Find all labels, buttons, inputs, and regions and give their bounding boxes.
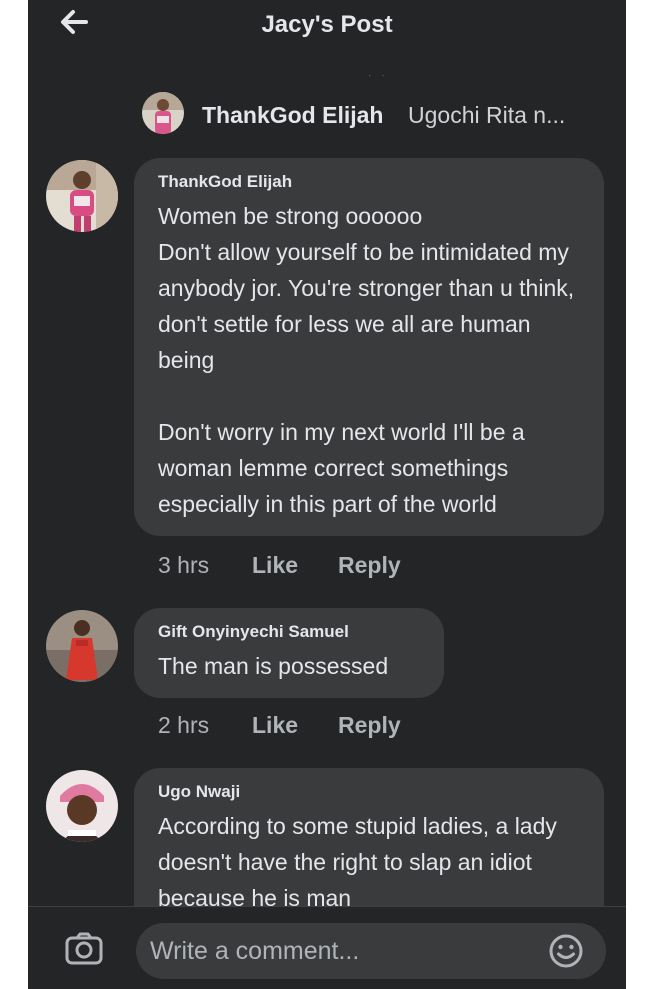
avatar[interactable] [46,610,118,682]
emoji-icon[interactable] [548,933,584,969]
comment-text: According to some stupid ladies, a lady … [158,813,557,911]
comment-author[interactable]: Ugo Nwaji [158,782,580,802]
like-button[interactable]: Like [252,712,298,739]
avatar[interactable] [46,770,118,842]
comment-bubble: ThankGod Elijah Women be strong oooooo D… [134,158,604,536]
avatar [142,92,184,134]
post-comments-screen: Jacy's Post ·· ThankGod Elijah Ugochi Ri… [28,0,626,989]
comment-input-box[interactable] [136,923,606,979]
comment-time: 2 hrs [158,712,210,738]
page-title: Jacy's Post [261,11,393,38]
avatar[interactable] [46,160,118,232]
top-bar: Jacy's Post [28,0,626,52]
comment-input[interactable] [150,923,530,979]
comment-text: The man is possessed [158,653,389,679]
comment-text: Women be strong oooooo Don't allow yours… [158,203,575,517]
loading-dots: ·· [368,70,395,81]
reply-button[interactable]: Reply [338,552,401,579]
reply-context-preview: Ugochi Rita n... [408,102,566,128]
comment-author[interactable]: ThankGod Elijah [158,172,580,192]
reply-context-name: ThankGod Elijah [202,102,384,128]
comment-bubble: Gift Onyinyechi Samuel The man is posses… [134,608,444,698]
reply-context[interactable]: ThankGod Elijah Ugochi Rita n... [142,92,612,136]
like-button[interactable]: Like [252,552,298,579]
comment-time: 3 hrs [158,552,210,578]
camera-icon[interactable] [64,931,104,967]
comment-author[interactable]: Gift Onyinyechi Samuel [158,622,420,642]
reply-button[interactable]: Reply [338,712,401,739]
comment-composer [28,906,626,989]
